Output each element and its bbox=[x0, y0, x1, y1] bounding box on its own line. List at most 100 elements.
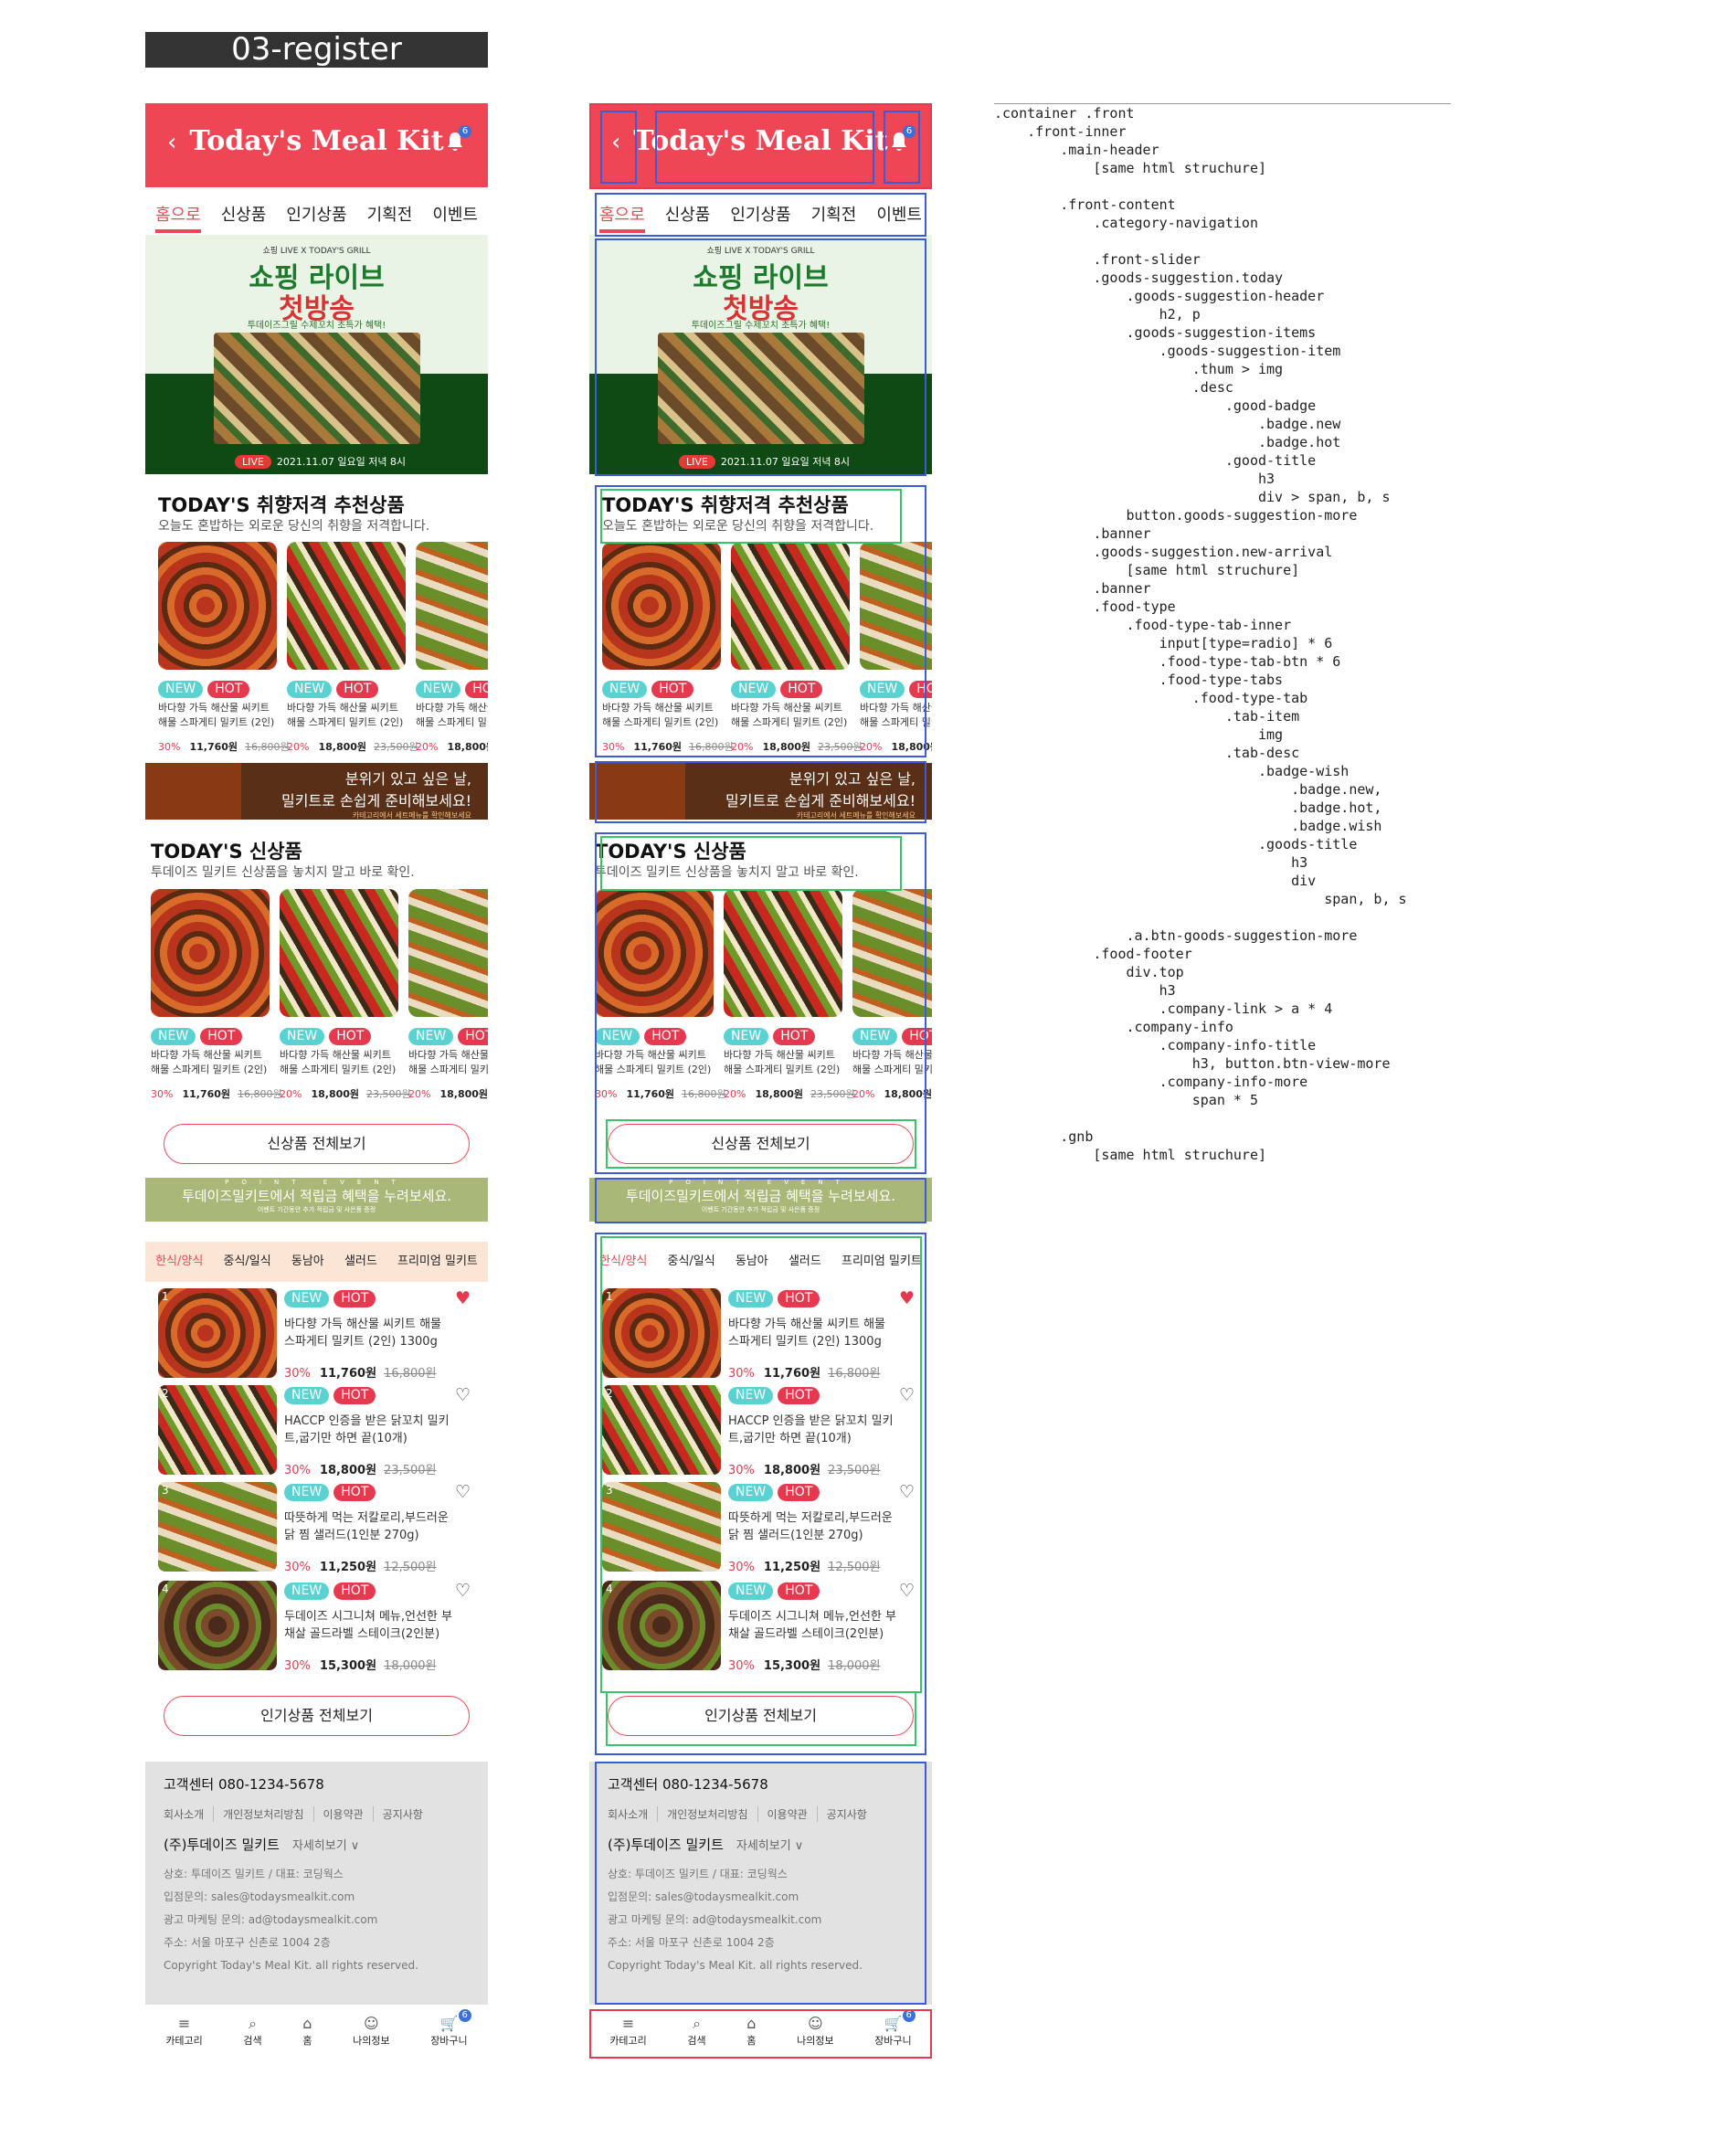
outline-slider bbox=[595, 238, 926, 476]
gnb-label: 홈 bbox=[302, 2035, 312, 2047]
hero-live-info: LIVE 2021.11.07 일요일 저녁 8시 bbox=[235, 454, 406, 469]
original-price: 12,500원 bbox=[384, 1561, 437, 1574]
view-more-button[interactable]: 자세히보기 ∨ bbox=[292, 1839, 359, 1853]
gnb-cart[interactable]: 🛒 장바구니 6 bbox=[430, 2009, 471, 2059]
goods-thumb bbox=[408, 889, 488, 1017]
structure-tree: .container .front .front-inner .main-hea… bbox=[994, 103, 1451, 1164]
ranking-item[interactable]: 4 NEW HOT 두데이즈 시그니쳐 메뉴,언선한 부채살 골드라벨 스테이크… bbox=[158, 1581, 478, 1673]
goods-name: 바다향 가득 해산물 씨키트 해물 스파게티 밀키트 (2인) bbox=[151, 1049, 268, 1075]
outline-ranking-more bbox=[606, 1691, 916, 1746]
heart-icon[interactable]: ♥ bbox=[455, 1288, 471, 1308]
badge-hot: HOT bbox=[458, 1028, 488, 1045]
category-special[interactable]: 기획전 bbox=[367, 193, 413, 233]
heart-icon[interactable]: ♡ bbox=[455, 1482, 471, 1502]
goods-card[interactable]: NEW HOT 바다향 가득 해산물 씨키트 해물 스파게티 밀키트 20% 18… bbox=[408, 889, 488, 1101]
today-subtitle: 오늘도 혼밥하는 외로운 당신의 취향을 저격합니다. bbox=[158, 519, 430, 534]
new-arrival-more-button[interactable]: 신상품 전체보기 bbox=[164, 1124, 470, 1164]
original-price: 16,800원 bbox=[245, 741, 290, 753]
ranking-item[interactable]: 2 NEW HOT HACCP 인증을 받은 닭꼬치 밀키트,굽기만 하면 끝(… bbox=[158, 1385, 478, 1477]
badge-new: NEW bbox=[416, 681, 461, 698]
discount: 30% bbox=[284, 1464, 311, 1477]
food-tab-southeast-asia[interactable]: 동남아 bbox=[291, 1242, 324, 1282]
outline-banner-2 bbox=[595, 1178, 926, 1223]
badge-new: NEW bbox=[284, 1583, 330, 1600]
price: 18,800원 bbox=[311, 1088, 360, 1100]
mobile-screen-annotated: ‹ Today's Meal Kit 6 홈으로 신상품 인기상품 기획전 이벤… bbox=[589, 103, 932, 2059]
discount: 30% bbox=[284, 1659, 311, 1673]
banner-line-2: 밀키트로 손쉽게 준비해보세요! bbox=[281, 792, 471, 810]
link-notice[interactable]: 공지사항 bbox=[383, 1806, 432, 1822]
ranking-item[interactable]: 3 NEW HOT 따뜻하게 먹는 저칼로리,부드러운 닭 찜 샐러드(1인분 … bbox=[158, 1482, 478, 1574]
heart-icon[interactable]: ♡ bbox=[455, 1385, 471, 1405]
food-footer: 고객센터 080-1234-5678 회사소개 개인정보처리방침 이용약관 공지… bbox=[145, 1762, 488, 2005]
category-popular[interactable]: 인기상품 bbox=[286, 193, 346, 233]
food-tab-salad[interactable]: 샐러드 bbox=[344, 1242, 377, 1282]
mobile-screen: ‹ Today's Meal Kit 6 홈으로 신상품 인기상품 기획전 이벤… bbox=[145, 103, 488, 2059]
original-price: 23,500원 bbox=[366, 1088, 411, 1100]
gnb-category[interactable]: ≡ 카테고리 bbox=[165, 2015, 202, 2059]
ranking-thumb bbox=[158, 1385, 277, 1475]
link-about[interactable]: 회사소개 bbox=[164, 1806, 215, 1822]
price: 18,800원 bbox=[447, 741, 488, 753]
point-event-banner[interactable]: POINT EVENT 투데이즈밀키트에서 적립금 혜택을 누려보세요. 이벤트… bbox=[145, 1178, 488, 1222]
logo[interactable]: Today's Meal Kit bbox=[145, 125, 488, 157]
badge-new: NEW bbox=[280, 1028, 325, 1045]
gnb-label: 검색 bbox=[243, 2035, 262, 2047]
food-type-tabs: 한식/양식 중식/일식 동남아 샐러드 프리미엄 밀키트 bbox=[145, 1242, 488, 1282]
info-line: 광고 마케팅 문의: ad@todaysmealkit.com bbox=[164, 1913, 378, 1926]
food-tab-korean-western[interactable]: 한식/양식 bbox=[155, 1242, 203, 1282]
goods-card[interactable]: NEW HOT 바다향 가득 해산물 씨키트 해물 스파게티 밀키트 (2인) … bbox=[158, 542, 290, 754]
goods-thumb bbox=[280, 889, 398, 1017]
banner[interactable]: 분위기 있고 싶은 날, 밀키트로 손쉽게 준비해보세요! 카테고리에서 세트메… bbox=[145, 763, 488, 820]
menu-icon: ≡ bbox=[177, 2015, 191, 2032]
food-tab-chinese-japanese[interactable]: 중식/일식 bbox=[223, 1242, 270, 1282]
badge-new: NEW bbox=[284, 1484, 330, 1501]
new-arrival-subtitle: 투데이즈 밀키트 신상품을 놓치지 말고 바로 확인. bbox=[151, 865, 415, 880]
badge-hot: HOT bbox=[333, 1484, 376, 1501]
front-slider[interactable]: 쇼핑 LIVE X TODAY'S GRILL 쇼핑 라이브 첫방송 투데이즈그… bbox=[145, 235, 488, 474]
ranking-name: 따뜻하게 먹는 저칼로리,부드러운 닭 찜 샐러드(1인분 270g) bbox=[284, 1511, 449, 1542]
gnb-label: 나의정보 bbox=[353, 2035, 390, 2047]
rank-number: 2 bbox=[162, 1387, 169, 1400]
bell-icon[interactable]: 6 bbox=[446, 125, 471, 153]
category-event[interactable]: 이벤트 bbox=[432, 193, 478, 233]
original-price: 16,800원 bbox=[384, 1367, 437, 1381]
goods-card[interactable]: NEW HOT 바다향 가득 해산물 씨키트 해물 스파게티 밀키트 20% 18… bbox=[416, 542, 488, 754]
goods-card[interactable]: NEW HOT 바다향 가득 해산물 씨키트 해물 스파게티 밀키트 (2인) … bbox=[280, 889, 411, 1101]
link-terms[interactable]: 이용약관 bbox=[323, 1806, 374, 1822]
ranking-more-button[interactable]: 인기상품 전체보기 bbox=[164, 1696, 470, 1736]
goods-name: 바다향 가득 해산물 씨키트 해물 스파게티 밀키트 (2인) bbox=[287, 702, 404, 728]
original-price: 18,000원 bbox=[384, 1659, 437, 1673]
heart-icon[interactable]: ♡ bbox=[455, 1581, 471, 1601]
banner-line-1: 투데이즈밀키트에서 적립금 혜택을 누려보세요. bbox=[181, 1188, 452, 1204]
category-home[interactable]: 홈으로 bbox=[155, 193, 201, 233]
category-navigation: 홈으로 신상품 인기상품 기획전 이벤트 bbox=[145, 193, 488, 233]
gnb-label: 장바구니 bbox=[430, 2035, 468, 2047]
goods-card[interactable]: NEW HOT 바다향 가득 해산물 씨키트 해물 스파게티 밀키트 (2인) … bbox=[151, 889, 282, 1101]
ranking-thumb bbox=[158, 1288, 277, 1378]
gnb-search[interactable]: ⌕ 검색 bbox=[243, 2015, 261, 2059]
banner-line-2: 이벤트 기간동안 추가 적립금 및 사은품 증정 bbox=[257, 1206, 376, 1213]
badge-new: NEW bbox=[408, 1028, 454, 1045]
link-privacy[interactable]: 개인정보처리방침 bbox=[223, 1806, 314, 1822]
badge-new: NEW bbox=[158, 681, 204, 698]
category-new[interactable]: 신상품 bbox=[221, 193, 267, 233]
badge-new: NEW bbox=[284, 1387, 330, 1404]
live-badge: LIVE bbox=[235, 455, 271, 469]
main-header: ‹ Today's Meal Kit 6 bbox=[145, 103, 488, 187]
badge-hot: HOT bbox=[333, 1290, 376, 1307]
ranking-item[interactable]: 1 NEW HOT 바다향 가득 해산물 씨키트 해물 스파게티 밀키트 (2인… bbox=[158, 1288, 478, 1381]
gnb-mypage[interactable]: ☺ 나의정보 bbox=[353, 2015, 389, 2059]
info-line: 주소: 서울 마포구 신촌로 1004 2층 bbox=[164, 1936, 331, 1949]
goods-card[interactable]: NEW HOT 바다향 가득 해산물 씨키트 해물 스파게티 밀키트 (2인) … bbox=[287, 542, 418, 754]
badge-hot: HOT bbox=[207, 681, 250, 698]
user-icon: ☺ bbox=[363, 2015, 379, 2032]
gnb-home[interactable]: ⌂ 홈 bbox=[302, 2015, 312, 2059]
original-price: 23,500원 bbox=[384, 1464, 437, 1477]
price: 15,300원 bbox=[319, 1659, 377, 1673]
badge-new: NEW bbox=[287, 681, 333, 698]
outline-back bbox=[600, 111, 637, 184]
badge-new: NEW bbox=[151, 1028, 196, 1045]
food-tab-premium[interactable]: 프리미엄 밀키트 bbox=[397, 1242, 478, 1282]
banner-line-3: 카테고리에서 세트메뉴를 확인해보세요 bbox=[352, 811, 471, 820]
